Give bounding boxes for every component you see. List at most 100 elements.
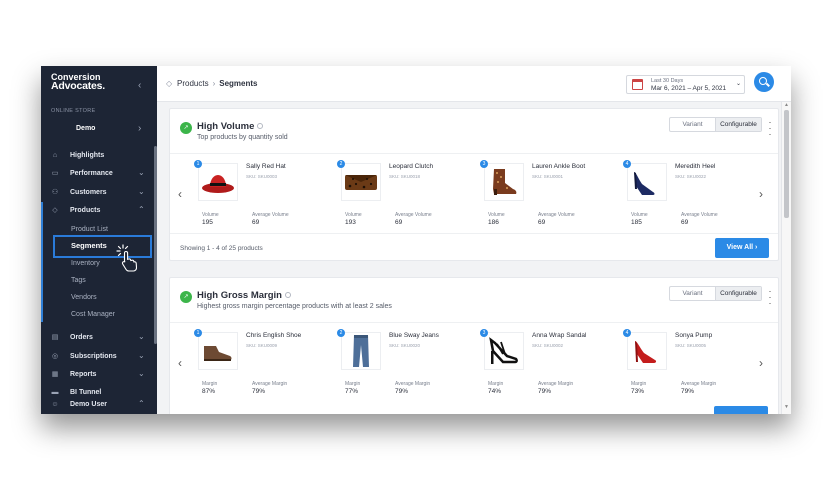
metric-value: 186	[488, 219, 499, 226]
english-shoe-image	[204, 346, 232, 361]
rank-badge: 2	[337, 160, 345, 168]
product-name: Lauren Ankle Boot	[532, 163, 586, 170]
breadcrumb-separator: ›	[212, 79, 216, 88]
nav-label: Orders	[70, 334, 93, 341]
sub-item-segments[interactable]: Segments	[71, 241, 107, 250]
product-tile[interactable]: 4 Meredith Heel SKU: SKU0022 Volume 185 …	[617, 154, 757, 234]
metric-label: Margin	[488, 381, 504, 387]
more-options-icon[interactable]: · · ·	[768, 287, 772, 308]
toggle-configurable[interactable]: Configurable	[715, 287, 761, 300]
chevron-down-icon: ⌄	[138, 351, 145, 360]
scroll-up-icon[interactable]: ▲	[784, 102, 789, 108]
product-type-toggle: Variant Configurable	[669, 286, 762, 301]
product-tile[interactable]: 2 Blue Sway Jeans SKU: SKU0020 Margin 77…	[331, 323, 471, 403]
card-title: High Gross Margin	[197, 290, 291, 301]
clutch-image	[345, 175, 377, 190]
more-options-icon[interactable]: · · ·	[768, 118, 772, 139]
product-sku: SKU: SKU0005	[675, 343, 707, 348]
collapse-sidebar-icon[interactable]: ‹	[138, 80, 141, 91]
average-label: Average Volume	[538, 212, 575, 218]
nav-item-products[interactable]: ◇ Products ⌃	[41, 204, 157, 219]
hand-cursor-icon	[121, 250, 137, 272]
sub-item-cost-manager[interactable]: Cost Manager	[71, 308, 151, 322]
nav-item-user[interactable]: ☺ Demo User ⌃	[41, 398, 157, 413]
carousel-next-icon[interactable]: ›	[759, 356, 763, 370]
top-bar: ◇ Products › Segments Last 30 Days Mar 6, …	[157, 66, 791, 102]
main-content: ◇ Products › Segments Last 30 Days Mar 6, …	[157, 66, 791, 414]
date-range-picker[interactable]: Last 30 Days Mar 6, 2021 – Apr 5, 2021 ⌄	[626, 75, 745, 94]
toggle-configurable[interactable]: Configurable	[715, 118, 761, 131]
carousel-next-icon[interactable]: ›	[759, 187, 763, 201]
product-sku: SKU: SKU0009	[246, 343, 278, 348]
card-title-text: High Gross Margin	[197, 290, 282, 301]
chevron-right-icon: ›	[138, 123, 142, 134]
product-image	[198, 332, 238, 370]
nav-item-subscriptions[interactable]: ◎ Subscriptions ⌄	[41, 350, 157, 365]
chevron-down-icon: ⌄	[138, 168, 145, 177]
average-value: 79%	[252, 388, 266, 395]
metric-label: Margin	[631, 381, 647, 387]
chevron-down-icon: ⌄	[138, 369, 145, 378]
sub-item-vendors[interactable]: Vendors	[71, 291, 151, 305]
metric-label: Volume	[202, 212, 219, 218]
view-all-button-partial[interactable]	[714, 406, 768, 414]
product-carousel: ‹ › 1 Chris English Shoe SKU: SKU0009 Ma…	[170, 322, 778, 402]
product-name: Sonya Pump	[675, 332, 713, 339]
jeans-image	[353, 335, 369, 367]
chevron-down-icon: ⌄	[138, 332, 145, 341]
product-image	[627, 332, 667, 370]
product-tile[interactable]: 2 Leopard Clutch SKU: SKU0018 Volume 193…	[331, 154, 471, 234]
store-name: Demo	[76, 125, 96, 132]
average-value: 69	[538, 219, 546, 226]
nav-label: Highlights	[70, 152, 105, 159]
carousel-prev-icon[interactable]: ‹	[178, 187, 182, 201]
nav-label: BI Tunnel	[70, 389, 102, 396]
reports-icon: ▦	[51, 371, 59, 378]
performance-icon: ▭	[51, 170, 59, 177]
main-scrollbar[interactable]: ▲ ▼	[781, 102, 791, 414]
nav-label: Products	[70, 207, 101, 214]
toggle-variant[interactable]: Variant	[670, 287, 715, 300]
product-tile[interactable]: 1 Chris English Shoe SKU: SKU0009 Margin…	[188, 323, 328, 403]
nav-label: Customers	[70, 189, 107, 196]
metric-value: 195	[202, 219, 213, 226]
product-tile[interactable]: 1 Sally Red Hat SKU: SKU0003 Volume 195 …	[188, 154, 328, 234]
product-tile[interactable]: 3 Lauren Ankle Boot SKU: SKU0001 Volume …	[474, 154, 614, 234]
product-image	[341, 332, 381, 370]
nav-item-orders[interactable]: ▤ Orders ⌄	[41, 331, 157, 346]
orders-icon: ▤	[51, 334, 59, 341]
metric-label: Volume	[488, 212, 505, 218]
rank-badge: 3	[480, 160, 488, 168]
info-icon[interactable]	[257, 123, 264, 130]
card-title: High Volume	[197, 121, 264, 132]
product-tile[interactable]: 3 Anna Wrap Sandal SKU: SKU0002 Margin 7…	[474, 323, 614, 403]
nav-item-highlights[interactable]: ⌂ Highlights	[41, 149, 157, 164]
nav-item-customers[interactable]: ⚇ Customers ⌄	[41, 186, 157, 201]
store-selector[interactable]: Demo ›	[41, 119, 157, 141]
nav-item-reports[interactable]: ▦ Reports ⌄	[41, 368, 157, 383]
chevron-down-icon: ⌄	[138, 187, 145, 196]
brand-line2: Advocates.	[51, 80, 106, 92]
search-button[interactable]	[754, 72, 774, 92]
sub-item-tags[interactable]: Tags	[71, 274, 151, 288]
nav-item-performance[interactable]: ▭ Performance ⌄	[41, 167, 157, 182]
scroll-down-icon[interactable]: ▼	[784, 404, 789, 410]
carousel-prev-icon[interactable]: ‹	[178, 356, 182, 370]
product-sku: SKU: SKU0020	[389, 343, 421, 348]
average-label: Average Margin	[681, 381, 717, 387]
breadcrumb-products[interactable]: Products	[177, 79, 209, 88]
view-all-button[interactable]: View All ›	[715, 238, 769, 258]
scrollbar-thumb[interactable]	[784, 110, 789, 218]
sub-item-inventory[interactable]: Inventory	[71, 257, 151, 271]
pagination-summary: Showing 1 - 4 of 25 products	[180, 245, 263, 252]
toggle-variant[interactable]: Variant	[670, 118, 715, 131]
product-name: Anna Wrap Sandal	[532, 332, 587, 339]
card-subtitle: Highest gross margin percentage products…	[197, 303, 392, 310]
product-tile[interactable]: 4 Sonya Pump SKU: SKU0005 Margin 73% Ave…	[617, 323, 757, 403]
brand-logo[interactable]: Conversion Advocates.	[51, 73, 106, 92]
metric-value: 185	[631, 219, 642, 226]
product-image	[341, 163, 381, 201]
heel-image	[634, 172, 655, 195]
nav-label: Performance	[70, 170, 113, 177]
info-icon[interactable]	[284, 292, 291, 299]
